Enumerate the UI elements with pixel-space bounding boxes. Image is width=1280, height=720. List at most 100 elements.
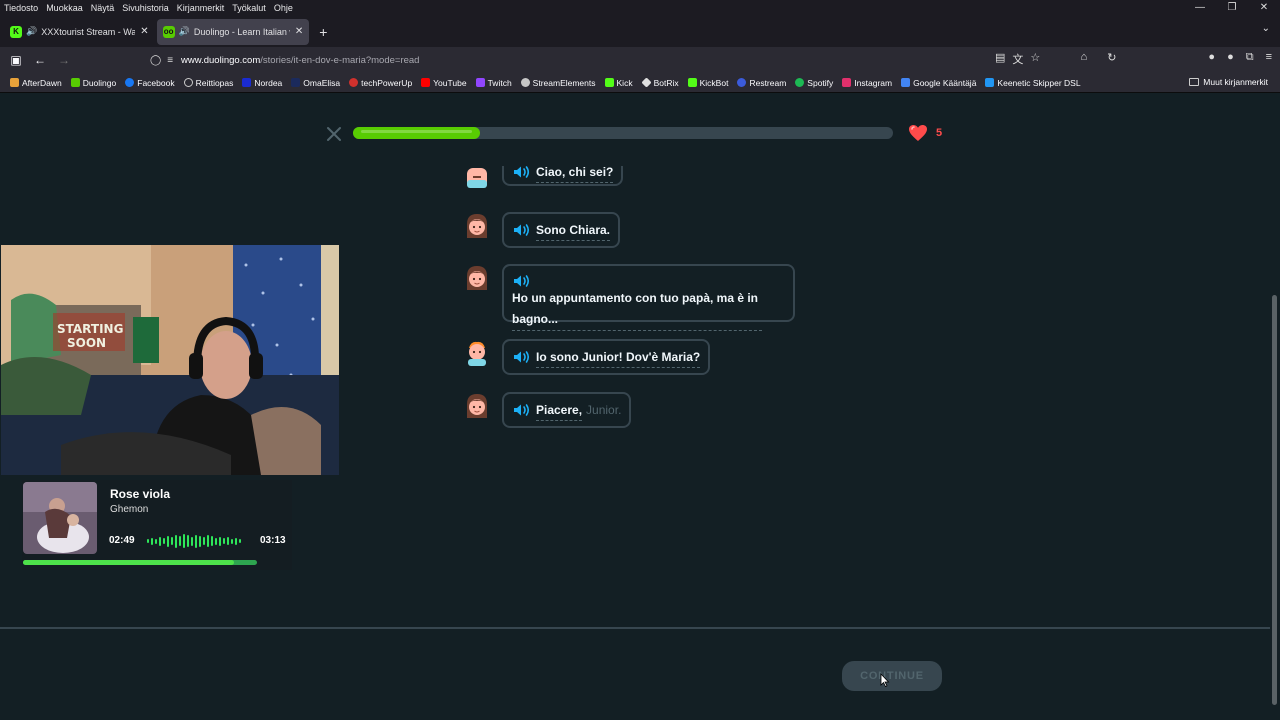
twitch-icon xyxy=(475,78,485,87)
bookmark-facebook[interactable]: Facebook xyxy=(125,78,175,88)
close-window-icon[interactable]: ✕ xyxy=(1248,0,1280,16)
speaker-icon[interactable] xyxy=(512,403,532,417)
shield-icon[interactable]: ◯ xyxy=(150,55,161,66)
home-icon[interactable]: ⌂ xyxy=(1081,51,1088,64)
waveform-bar xyxy=(239,539,241,543)
bookmark-twitch[interactable]: Twitch xyxy=(475,78,512,88)
youtube-icon xyxy=(421,78,431,87)
extension-dark-icon[interactable]: ● xyxy=(1208,51,1215,64)
hamburger-menu-icon[interactable]: ≡ xyxy=(1266,51,1272,64)
menu-edit[interactable]: Muokkaa xyxy=(46,3,83,13)
tab-strip: K 🔊 XXXtourist Stream - Watch ✕ oo 🔊 Duo… xyxy=(0,16,1280,47)
hearts-counter[interactable]: 5 xyxy=(908,124,942,142)
menu-history[interactable]: Sivuhistoria xyxy=(122,3,169,13)
bookmark-instagram[interactable]: Instagram xyxy=(842,78,892,88)
bookmark-kick[interactable]: Kick xyxy=(604,78,633,88)
toolbar-actions: ⌂ ↻ ● ● ⧉ ≡ xyxy=(1081,51,1272,64)
svg-text:STARTING: STARTING xyxy=(57,322,123,336)
line-text[interactable]: Ciao, chi sei? xyxy=(536,166,614,183)
star-bookmark-icon[interactable]: ☆ xyxy=(1030,51,1040,67)
story-line: Ciao, chi sei? xyxy=(463,164,624,192)
other-bookmarks[interactable]: Muut kirjanmerkit xyxy=(1189,77,1268,87)
globe-icon xyxy=(183,78,193,87)
bookmark-youtube[interactable]: YouTube xyxy=(421,78,467,88)
continue-button[interactable]: CONTINUE xyxy=(842,661,942,691)
restream-icon xyxy=(737,78,747,87)
url-bar[interactable]: ◯ ≡ www.duolingo.com/stories/it-en-dov-e… xyxy=(150,49,1080,71)
waveform-bar xyxy=(163,538,165,544)
bookmark-restream[interactable]: Restream xyxy=(737,78,786,88)
junior-avatar-icon xyxy=(467,168,487,188)
waveform-bar xyxy=(203,537,205,545)
bookmark-kickbot[interactable]: KickBot xyxy=(687,78,728,88)
bookmark-streamelements[interactable]: StreamElements xyxy=(520,78,596,88)
bookmark-afterdawn[interactable]: AfterDawn xyxy=(10,78,62,88)
bookmark-botrix[interactable]: BotRix xyxy=(640,77,679,88)
bookmark-techpowerup[interactable]: techPowerUp xyxy=(349,78,412,88)
waveform-bar xyxy=(223,538,225,544)
menu-bar: Tiedosto Muokkaa Näytä Sivuhistoria Kirj… xyxy=(0,0,1280,16)
close-tab-icon[interactable]: ✕ xyxy=(295,26,303,37)
close-tab-icon[interactable]: ✕ xyxy=(140,26,148,37)
waveform-bar xyxy=(207,535,209,547)
story-line: Ho un appuntamento con tuo papà, ma è in… xyxy=(463,264,795,331)
speaker-playing-icon[interactable]: 🔊 xyxy=(179,26,190,37)
tab-duolingo[interactable]: oo 🔊 Duolingo - Learn Italian with ✕ xyxy=(156,18,310,45)
sidebar-toggle-icon[interactable]: ▣ xyxy=(4,53,28,67)
folder-icon xyxy=(1189,78,1200,86)
reload-icon[interactable]: ↻ xyxy=(1107,51,1116,64)
extension-gray-icon[interactable]: ● xyxy=(1227,51,1234,64)
url-host: www.duolingo.com xyxy=(181,54,261,66)
speech-bubble: Sono Chiara. xyxy=(502,212,621,248)
webcam-feed: STARTING SOON xyxy=(1,245,339,475)
speaker-playing-icon[interactable]: 🔊 xyxy=(26,26,37,37)
facebook-icon xyxy=(125,78,135,87)
botrix-icon xyxy=(640,77,652,88)
song-artist: Ghemon xyxy=(110,504,149,515)
menu-view[interactable]: Näytä xyxy=(91,3,115,13)
kickbot-icon xyxy=(687,78,697,87)
speaker-icon[interactable] xyxy=(512,165,532,179)
new-tab-icon[interactable]: + xyxy=(319,24,327,40)
extensions-puzzle-icon[interactable]: ⧉ xyxy=(1246,51,1254,64)
forward-icon[interactable]: → xyxy=(52,53,76,67)
close-lesson-icon[interactable] xyxy=(325,126,343,142)
waveform-bar xyxy=(211,536,213,546)
bookmark-spotify[interactable]: Spotify xyxy=(795,78,833,88)
speaker-icon[interactable] xyxy=(512,223,532,237)
chevron-down-icon[interactable]: ⌄ xyxy=(1262,23,1270,34)
back-icon[interactable]: ← xyxy=(28,53,52,67)
menu-help[interactable]: Ohje xyxy=(274,3,293,13)
techpowerup-icon xyxy=(349,78,359,87)
song-elapsed-time: 02:49 xyxy=(109,535,135,546)
menu-tools[interactable]: Työkalut xyxy=(232,3,266,13)
menu-bookmarks[interactable]: Kirjanmerkit xyxy=(177,3,225,13)
bookmark-reittiopas[interactable]: Reittiopas xyxy=(183,78,233,88)
streamelements-icon xyxy=(520,78,530,87)
line-text[interactable]: Ho un appuntamento con tuo papà, ma è in… xyxy=(512,288,762,331)
permissions-icon[interactable]: ≡ xyxy=(167,55,173,66)
bookmark-omaelisa[interactable]: OmaElisa xyxy=(291,78,340,88)
line-text[interactable]: Piacere, xyxy=(536,400,583,421)
restore-icon[interactable]: ❐ xyxy=(1216,0,1248,16)
reader-view-icon[interactable]: ▤ xyxy=(995,51,1005,67)
translate-icon[interactable]: 文 xyxy=(1012,51,1023,67)
speaker-icon[interactable] xyxy=(512,350,532,364)
waveform-bar xyxy=(199,535,201,547)
menu-file[interactable]: Tiedosto xyxy=(4,3,38,13)
bookmark-google-translate[interactable]: Google Kääntäjä xyxy=(901,78,976,88)
navigation-bar: ▣ ← → ◯ ≡ www.duolingo.com/stories/it-en… xyxy=(0,47,1280,73)
speaker-icon[interactable] xyxy=(512,274,532,288)
spotify-icon xyxy=(795,78,805,87)
window-controls: — ❐ ✕ xyxy=(1184,0,1280,16)
waveform-bar xyxy=(227,537,229,545)
tab-kick-stream[interactable]: K 🔊 XXXtourist Stream - Watch ✕ xyxy=(4,19,155,45)
bookmark-duolingo[interactable]: Duolingo xyxy=(70,78,116,88)
line-text[interactable]: Io sono Junior! Dov'è Maria? xyxy=(536,347,701,368)
minimize-icon[interactable]: — xyxy=(1184,0,1216,16)
page-scrollbar[interactable] xyxy=(1272,295,1277,705)
bookmark-keenetic[interactable]: Keenetic Skipper DSL xyxy=(985,78,1081,88)
google-translate-icon xyxy=(901,78,911,87)
line-text[interactable]: Sono Chiara. xyxy=(536,220,611,241)
bookmark-nordea[interactable]: Nordea xyxy=(242,78,282,88)
